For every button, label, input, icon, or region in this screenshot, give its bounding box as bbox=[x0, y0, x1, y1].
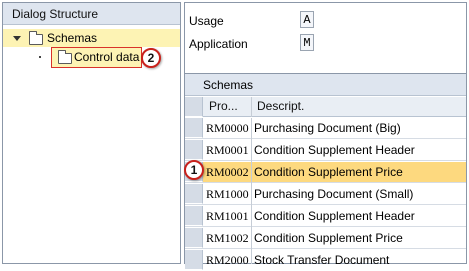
column-divider bbox=[251, 97, 252, 117]
cell-description: Condition Supplement Price bbox=[254, 165, 403, 179]
schemas-table: Schemas Pro... Descript. RM0000 Purchasi… bbox=[185, 73, 466, 270]
dialog-structure-title: Dialog Structure bbox=[12, 7, 99, 21]
schemas-table-header: Schemas bbox=[185, 74, 466, 96]
cell-procedure: RM0001 bbox=[206, 143, 249, 157]
usage-label: Usage bbox=[189, 14, 224, 28]
table-row[interactable]: RM1000 Purchasing Document (Small) bbox=[185, 184, 466, 205]
application-label: Application bbox=[189, 37, 248, 51]
row-selector[interactable] bbox=[185, 206, 203, 226]
cell-description: Purchasing Document (Big) bbox=[254, 121, 401, 135]
table-row[interactable]: RM1001 Condition Supplement Header bbox=[185, 206, 466, 227]
detail-pane: Usage A Application M Schemas Pro... Des… bbox=[184, 2, 467, 270]
callout-badge-2: 2 bbox=[141, 48, 161, 68]
cell-description: Condition Supplement Price bbox=[254, 231, 403, 245]
row-selector[interactable] bbox=[185, 250, 203, 270]
cell-description: Purchasing Document (Small) bbox=[254, 187, 414, 201]
row-selector[interactable] bbox=[185, 228, 203, 248]
table-row[interactable]: RM0001 Condition Supplement Header bbox=[185, 140, 466, 161]
table-row[interactable]: RM2000 Stock Transfer Document bbox=[185, 250, 466, 271]
tree-label-control-data: Control data bbox=[74, 50, 140, 64]
column-header-row: Pro... Descript. bbox=[185, 97, 466, 117]
usage-field[interactable]: A bbox=[300, 11, 314, 28]
tree-bullet bbox=[39, 56, 41, 58]
folder-icon bbox=[58, 50, 72, 64]
row-selector[interactable] bbox=[185, 140, 203, 160]
row-selector[interactable] bbox=[185, 184, 203, 204]
cell-description: Condition Supplement Header bbox=[254, 143, 415, 157]
cell-procedure: RM1002 bbox=[206, 231, 249, 245]
expand-arrow-icon[interactable] bbox=[13, 36, 21, 41]
row-selector[interactable] bbox=[185, 118, 203, 138]
cell-procedure: RM0000 bbox=[206, 121, 249, 135]
cell-description: Stock Transfer Document bbox=[254, 253, 390, 267]
tree-node-control-data[interactable]: Control data bbox=[51, 47, 142, 68]
dialog-structure-header: Dialog Structure bbox=[3, 3, 180, 25]
column-header-description[interactable]: Descript. bbox=[257, 99, 304, 113]
table-body: RM0000 Purchasing Document (Big) RM0001 … bbox=[185, 118, 466, 270]
column-header-procedure[interactable]: Pro... bbox=[209, 99, 238, 113]
select-all-cell[interactable] bbox=[185, 97, 203, 117]
table-row[interactable]: RM1002 Condition Supplement Price bbox=[185, 228, 466, 249]
cell-procedure: RM1000 bbox=[206, 187, 249, 201]
table-row[interactable]: RM0000 Purchasing Document (Big) bbox=[185, 118, 466, 139]
cell-procedure: RM1001 bbox=[206, 209, 249, 223]
cell-procedure: RM0002 bbox=[206, 165, 249, 179]
column-divider bbox=[251, 118, 252, 264]
folder-open-icon bbox=[29, 31, 43, 45]
tree-label-schemas: Schemas bbox=[47, 31, 98, 45]
application-field[interactable]: M bbox=[300, 34, 314, 51]
schemas-table-title: Schemas bbox=[203, 78, 254, 92]
callout-badge-1: 1 bbox=[184, 160, 204, 180]
tree-node-schemas[interactable]: Schemas bbox=[3, 29, 180, 47]
table-row-highlighted[interactable]: RM0002 Condition Supplement Price bbox=[185, 162, 466, 183]
cell-description: Condition Supplement Header bbox=[254, 209, 415, 223]
dialog-structure-pane: Dialog Structure Schemas Control data 2 bbox=[2, 2, 181, 264]
